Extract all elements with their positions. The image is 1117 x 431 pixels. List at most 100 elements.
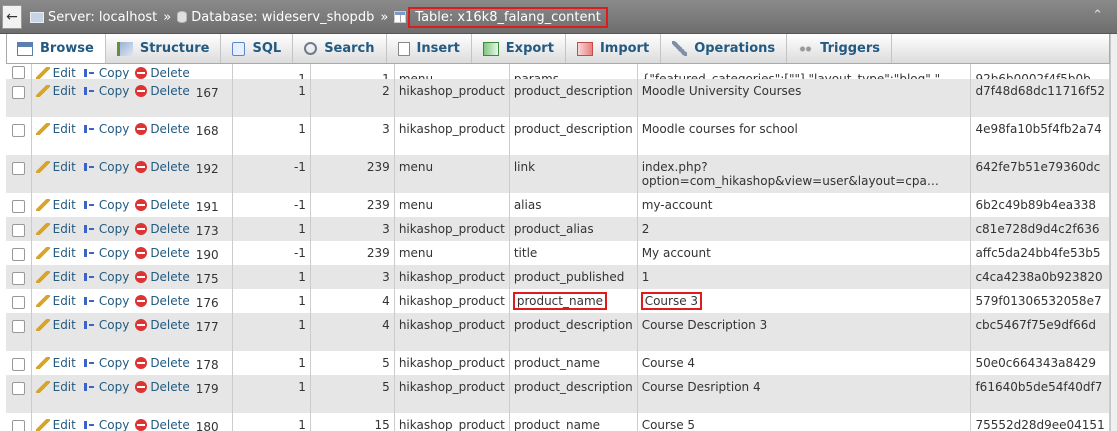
- edit-link[interactable]: Edit: [35, 198, 76, 212]
- tab-triggers[interactable]: Triggers: [787, 34, 893, 63]
- copy-link[interactable]: Copy: [81, 356, 129, 370]
- table-row[interactable]: Edit Copy Delete 190 -1 239 menu title My accoun…: [6, 241, 1110, 265]
- tab-sql[interactable]: SQL: [221, 34, 294, 63]
- tab-export[interactable]: Export: [472, 34, 566, 63]
- delete-link[interactable]: Delete: [135, 380, 190, 394]
- table-row[interactable]: Edit Copy Delete 180 1 15 hikashop_product prod…: [6, 413, 1110, 431]
- edit-label[interactable]: Edit: [53, 418, 76, 431]
- copy-link[interactable]: Copy: [81, 246, 129, 260]
- table-row[interactable]: Edit Copy Delete 176 1 4 hikashop_product produ…: [6, 289, 1110, 313]
- delete-label[interactable]: Delete: [150, 318, 189, 332]
- edit-link[interactable]: Edit: [35, 67, 76, 79]
- copy-label[interactable]: Copy: [99, 122, 129, 136]
- row-checkbox[interactable]: [12, 296, 25, 309]
- delete-link[interactable]: Delete: [135, 122, 190, 136]
- delete-label[interactable]: Delete: [150, 356, 189, 370]
- tab-search[interactable]: Search: [293, 34, 387, 63]
- copy-label[interactable]: Copy: [99, 246, 129, 260]
- collapse-icon[interactable]: ⌃: [1092, 8, 1103, 23]
- delete-label[interactable]: Delete: [150, 160, 189, 174]
- copy-link[interactable]: Copy: [81, 380, 129, 394]
- edit-label[interactable]: Edit: [53, 246, 76, 260]
- table-row[interactable]: Edit Copy Delete 175 1 3 hikashop_product produ…: [6, 265, 1110, 289]
- delete-link[interactable]: Delete: [135, 356, 190, 370]
- row-checkbox[interactable]: [12, 420, 25, 431]
- table-row[interactable]: Edit Copy Delete 167 1 2 hikashop_product produ…: [6, 79, 1110, 117]
- edit-label[interactable]: Edit: [53, 84, 76, 98]
- delete-link[interactable]: Delete: [135, 270, 190, 284]
- copy-label[interactable]: Copy: [99, 418, 129, 431]
- copy-label[interactable]: Copy: [99, 198, 129, 212]
- row-checkbox[interactable]: [12, 200, 25, 213]
- table-row[interactable]: Edit Copy Delete 177 1 4 hikashop_product produ…: [6, 313, 1110, 351]
- edit-label[interactable]: Edit: [53, 380, 76, 394]
- row-checkbox[interactable]: [12, 358, 25, 371]
- delete-label[interactable]: Delete: [150, 222, 189, 236]
- vertical-scrollbar[interactable]: [1110, 34, 1117, 431]
- tab-import[interactable]: Import: [566, 34, 662, 63]
- row-checkbox[interactable]: [12, 124, 25, 137]
- delete-link[interactable]: Delete: [135, 160, 190, 174]
- edit-link[interactable]: Edit: [35, 270, 76, 284]
- edit-link[interactable]: Edit: [35, 122, 76, 136]
- delete-label[interactable]: Delete: [150, 270, 189, 284]
- delete-link[interactable]: Delete: [135, 222, 190, 236]
- delete-label[interactable]: Delete: [150, 418, 189, 431]
- edit-link[interactable]: Edit: [35, 160, 76, 174]
- edit-link[interactable]: Edit: [35, 418, 76, 431]
- delete-label[interactable]: Delete: [150, 122, 189, 136]
- copy-label[interactable]: Copy: [99, 222, 129, 236]
- copy-link[interactable]: Copy: [81, 67, 129, 79]
- edit-label[interactable]: Edit: [53, 270, 76, 284]
- edit-label[interactable]: Edit: [53, 198, 76, 212]
- copy-link[interactable]: Copy: [81, 222, 129, 236]
- table-row[interactable]: Edit Copy Delete 179 1 5 hikashop_product produ…: [6, 375, 1110, 413]
- delete-link[interactable]: Delete: [135, 246, 190, 260]
- delete-label[interactable]: Delete: [150, 198, 189, 212]
- edit-label[interactable]: Edit: [53, 222, 76, 236]
- edit-label[interactable]: Edit: [53, 160, 76, 174]
- copy-link[interactable]: Copy: [81, 294, 129, 308]
- copy-link[interactable]: Copy: [81, 160, 129, 174]
- row-checkbox[interactable]: [12, 382, 25, 395]
- row-checkbox[interactable]: [12, 162, 25, 175]
- edit-label[interactable]: Edit: [53, 122, 76, 136]
- edit-label[interactable]: Edit: [53, 356, 76, 370]
- copy-link[interactable]: Copy: [81, 418, 129, 431]
- delete-label[interactable]: Delete: [150, 84, 189, 98]
- tab-operations[interactable]: Operations: [661, 34, 788, 63]
- copy-label[interactable]: Copy: [99, 380, 129, 394]
- delete-label[interactable]: Delete: [150, 246, 189, 260]
- tab-insert[interactable]: Insert: [387, 34, 472, 63]
- edit-link[interactable]: Edit: [35, 294, 76, 308]
- delete-link[interactable]: Delete: [135, 198, 190, 212]
- table-row[interactable]: Edit Copy Delete 178 1 5 hikashop_product produ…: [6, 351, 1110, 375]
- row-checkbox[interactable]: [12, 224, 25, 237]
- back-arrow-icon[interactable]: ←: [2, 5, 22, 29]
- copy-link[interactable]: Copy: [81, 270, 129, 284]
- delete-link[interactable]: Delete: [135, 67, 190, 79]
- delete-link[interactable]: Delete: [135, 318, 190, 332]
- row-checkbox[interactable]: [12, 248, 25, 261]
- table-row[interactable]: Edit Copy Delete 192 -1 239 menu link index.php?…: [6, 155, 1110, 193]
- row-checkbox[interactable]: [12, 272, 25, 285]
- copy-label[interactable]: Copy: [99, 84, 129, 98]
- edit-link[interactable]: Edit: [35, 84, 76, 98]
- tab-browse[interactable]: Browse: [7, 34, 106, 63]
- table-row[interactable]: Edit Copy Delete 168 1 3 hikashop_product produ…: [6, 117, 1110, 155]
- copy-label[interactable]: Copy: [99, 270, 129, 284]
- delete-link[interactable]: Delete: [135, 418, 190, 431]
- breadcrumb-table[interactable]: Table: x16k8_falang_content: [394, 6, 608, 28]
- breadcrumb-server[interactable]: Server: localhost: [30, 10, 157, 25]
- delete-link[interactable]: Delete: [135, 294, 190, 308]
- edit-label[interactable]: Edit: [53, 294, 76, 308]
- row-checkbox[interactable]: [12, 66, 25, 79]
- table-row[interactable]: Edit Copy Delete 191 -1 239 menu alias my-accoun…: [6, 193, 1110, 217]
- row-checkbox[interactable]: [12, 320, 25, 333]
- edit-label[interactable]: Edit: [53, 318, 76, 332]
- delete-label[interactable]: Delete: [150, 380, 189, 394]
- breadcrumb-database[interactable]: Database: wideserv_shopdb: [177, 10, 374, 25]
- copy-label[interactable]: Copy: [99, 356, 129, 370]
- copy-link[interactable]: Copy: [81, 198, 129, 212]
- edit-link[interactable]: Edit: [35, 222, 76, 236]
